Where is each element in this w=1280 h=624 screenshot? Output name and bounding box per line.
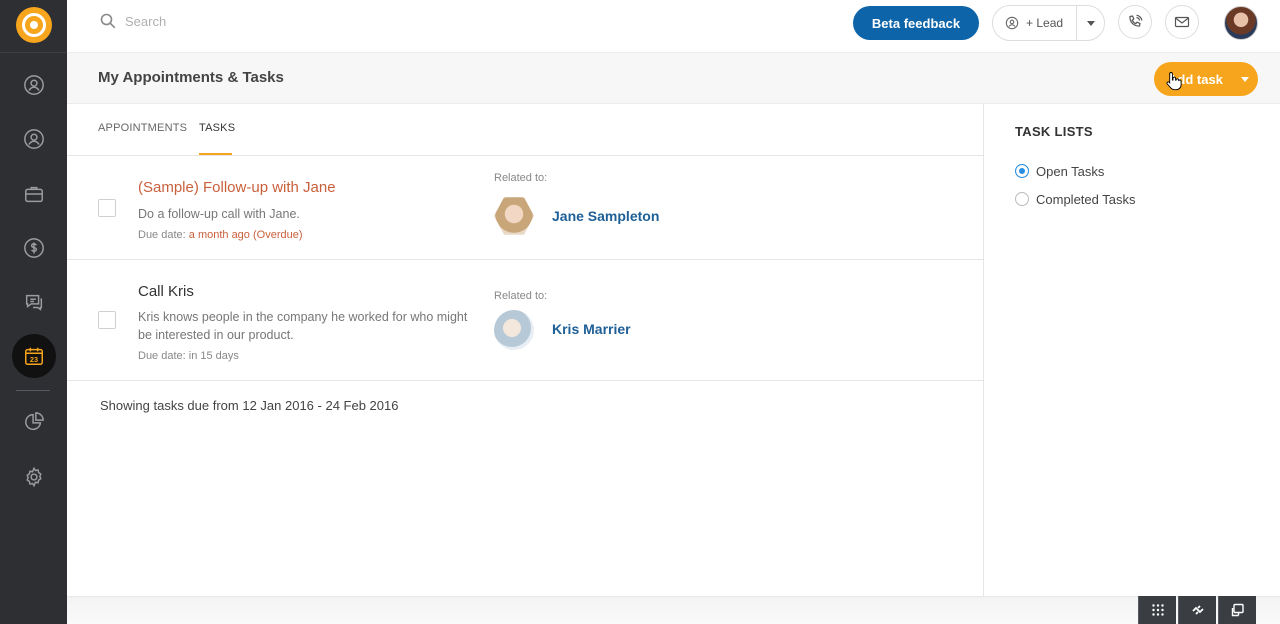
email-button[interactable] [1165, 5, 1199, 39]
task-title[interactable]: (Sample) Follow-up with Jane [138, 179, 336, 196]
tabs-bar: APPOINTMENTS TASKS [67, 104, 983, 156]
integrations-button[interactable] [1178, 596, 1216, 624]
phone-button[interactable] [1118, 5, 1152, 39]
chat-icon[interactable] [22, 290, 46, 314]
sidebar: 23 [0, 0, 67, 624]
chevron-down-icon [1241, 76, 1249, 82]
task-due-date: Due date: a month ago (Overdue) [138, 229, 303, 241]
hand-cursor-icon [1166, 72, 1182, 91]
contact-avatar [494, 310, 534, 350]
settings-icon[interactable] [22, 465, 46, 489]
due-date-value: a month ago (Overdue) [188, 229, 303, 241]
task-lists-title: TASK LISTS [1015, 124, 1093, 139]
phone-icon [1129, 14, 1143, 27]
lead-dropdown-toggle[interactable] [1077, 20, 1104, 26]
grid-icon [1151, 604, 1164, 616]
add-task-dropdown-toggle[interactable] [1232, 76, 1258, 82]
dollar-icon[interactable] [22, 236, 46, 260]
logo-mark [22, 13, 46, 37]
task-row: (Sample) Follow-up with Jane Do a follow… [67, 156, 983, 260]
date-range-summary: Showing tasks due from 12 Jan 2016 - 24 … [100, 398, 399, 413]
logo-divider [0, 52, 67, 53]
beta-feedback-button[interactable]: Beta feedback [853, 6, 979, 40]
due-date-label: Due date: [138, 229, 189, 241]
task-description: Kris knows people in the company he work… [138, 310, 468, 342]
completed-tasks-radio[interactable] [1015, 192, 1029, 206]
page-header: My Appointments & Tasks Add task [67, 53, 1280, 104]
calendar-icon: 23 [25, 347, 43, 365]
reports-icon[interactable] [22, 410, 46, 434]
app-logo[interactable] [16, 7, 52, 43]
task-title[interactable]: Call Kris [138, 283, 194, 300]
sidebar-divider [16, 390, 50, 391]
bottom-bar [67, 596, 1280, 624]
task-due-date: Due date: in 15 days [138, 350, 239, 362]
task-checkbox[interactable] [98, 311, 116, 329]
contacts-icon[interactable] [22, 73, 46, 97]
open-tasks-label[interactable]: Open Tasks [1036, 164, 1104, 179]
chevron-down-icon [1086, 20, 1095, 26]
related-contact-link[interactable]: Jane Sampleton [552, 208, 659, 224]
add-lead-label: + Lead [1026, 16, 1064, 30]
due-date-value: in 15 days [188, 350, 239, 362]
briefcase-icon[interactable] [22, 182, 46, 206]
lead-icon [1005, 16, 1019, 30]
task-row: Call Kris Kris knows people in the compa… [67, 260, 983, 381]
user-avatar[interactable] [1224, 6, 1258, 40]
search-input[interactable] [125, 10, 425, 32]
tab-tasks[interactable]: TASKS [199, 122, 235, 134]
device-icon [1231, 603, 1244, 617]
person-icon[interactable] [22, 127, 46, 151]
related-contact-link[interactable]: Kris Marrier [552, 321, 631, 337]
related-to-label: Related to: [494, 172, 548, 184]
calendar-nav-active[interactable]: 23 [12, 334, 56, 378]
search-icon [100, 13, 116, 29]
mail-icon [1174, 16, 1190, 28]
device-button[interactable] [1218, 596, 1256, 624]
add-lead-button[interactable]: + Lead [993, 6, 1077, 40]
svg-text:23: 23 [30, 355, 38, 364]
tab-appointments[interactable]: APPOINTMENTS [98, 122, 187, 134]
task-description: Do a follow-up call with Jane. [138, 207, 300, 221]
apps-grid-button[interactable] [1138, 596, 1176, 624]
add-lead-button-group: + Lead [992, 5, 1105, 41]
due-date-label: Due date: [138, 350, 189, 362]
contact-avatar [494, 197, 534, 235]
open-tasks-radio[interactable] [1015, 164, 1029, 178]
completed-tasks-label[interactable]: Completed Tasks [1036, 192, 1135, 207]
active-tab-indicator [199, 153, 232, 155]
link-icon [1191, 605, 1204, 615]
task-checkbox[interactable] [98, 199, 116, 217]
top-bar: Beta feedback + Lead [67, 0, 1280, 53]
related-to-label: Related to: [494, 290, 548, 302]
task-lists-panel: TASK LISTS Open Tasks Completed Tasks [983, 104, 1280, 596]
page-title: My Appointments & Tasks [98, 69, 284, 86]
